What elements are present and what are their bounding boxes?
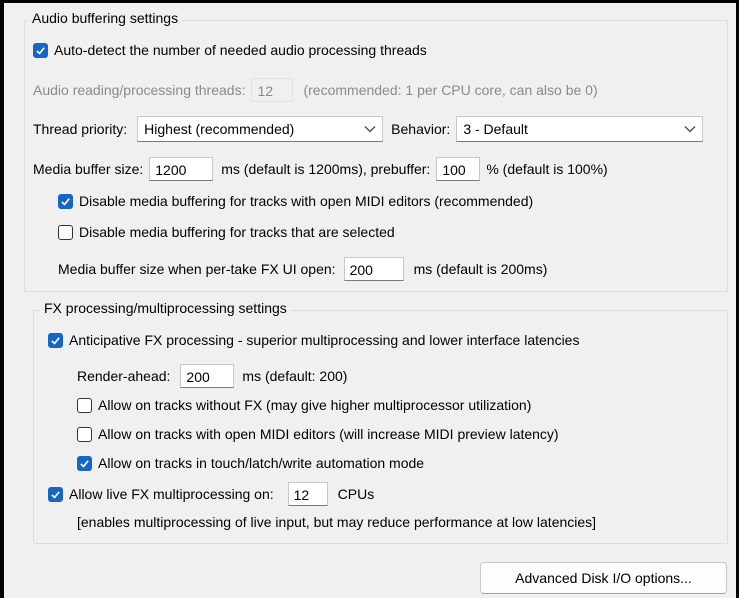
live-fx-note: [enables multiprocessing of live input, … bbox=[77, 514, 597, 530]
allow-without-fx-label: Allow on tracks without FX (may give hig… bbox=[98, 397, 532, 413]
behavior-value: 3 - Default bbox=[463, 121, 528, 137]
checkbox-box-icon bbox=[77, 397, 92, 413]
chevron-down-icon bbox=[364, 126, 376, 133]
threads-field: 12 bbox=[251, 78, 294, 102]
live-fx-unit: CPUs bbox=[337, 486, 375, 502]
live-fx-cpus-field[interactable]: 12 bbox=[287, 482, 328, 506]
render-ahead-hint: ms (default: 200) bbox=[242, 368, 348, 384]
media-buffer-field[interactable]: 1200 bbox=[149, 157, 214, 181]
advanced-disk-io-label: Advanced Disk I/O options... bbox=[515, 570, 692, 586]
check-icon bbox=[48, 332, 63, 348]
check-icon bbox=[58, 193, 73, 209]
check-icon bbox=[77, 455, 92, 471]
allow-without-fx-checkbox[interactable]: Allow on tracks without FX (may give hig… bbox=[77, 397, 531, 413]
fx-processing-title: FX processing/multiprocessing settings bbox=[40, 300, 291, 316]
thread-priority-value: Highest (recommended) bbox=[144, 121, 295, 137]
disable-selected-label: Disable media buffering for tracks that … bbox=[79, 224, 395, 240]
prebuffer-hint: % (default is 100%) bbox=[486, 161, 608, 177]
media-buffer-label: Media buffer size: bbox=[33, 161, 144, 177]
audio-buffering-group bbox=[24, 20, 728, 292]
window-border-top bbox=[0, 0, 739, 3]
threads-hint: (recommended: 1 per CPU core, can also b… bbox=[303, 82, 598, 98]
allow-automation-label: Allow on tracks in touch/latch/write aut… bbox=[98, 455, 425, 471]
per-take-hint: ms (default is 200ms) bbox=[413, 261, 548, 277]
window-border-left bbox=[0, 0, 4, 598]
allow-automation-checkbox[interactable]: Allow on tracks in touch/latch/write aut… bbox=[77, 455, 424, 471]
media-buffer-hint: ms (default is 1200ms), prebuffer: bbox=[221, 161, 431, 177]
live-fx-label: Allow live FX multiprocessing on: bbox=[69, 486, 274, 502]
per-take-label: Media buffer size when per-take FX UI op… bbox=[58, 261, 336, 277]
checkbox-box-icon bbox=[58, 224, 73, 240]
anticipative-checkbox[interactable]: Anticipative FX processing - superior mu… bbox=[48, 332, 579, 348]
thread-priority-dropdown[interactable]: Highest (recommended) bbox=[137, 116, 384, 142]
check-icon bbox=[48, 486, 63, 502]
chevron-down-icon bbox=[684, 126, 696, 133]
auto-detect-label: Auto-detect the number of needed audio p… bbox=[54, 42, 427, 58]
auto-detect-checkbox[interactable]: Auto-detect the number of needed audio p… bbox=[33, 42, 427, 58]
behavior-dropdown[interactable]: 3 - Default bbox=[456, 116, 704, 142]
allow-midi-label: Allow on tracks with open MIDI editors (… bbox=[98, 426, 559, 442]
check-icon bbox=[33, 42, 48, 58]
per-take-field[interactable]: 200 bbox=[343, 257, 404, 281]
render-ahead-label: Render-ahead: bbox=[77, 368, 171, 384]
checkbox-box-icon bbox=[77, 426, 92, 442]
disable-midi-checkbox[interactable]: Disable media buffering for tracks with … bbox=[58, 193, 533, 209]
live-fx-checkbox[interactable]: Allow live FX multiprocessing on: bbox=[48, 486, 274, 502]
thread-priority-label: Thread priority: bbox=[33, 121, 128, 137]
advanced-disk-io-button[interactable]: Advanced Disk I/O options... bbox=[480, 562, 727, 594]
audio-buffering-title: Audio buffering settings bbox=[28, 10, 183, 26]
anticipative-label: Anticipative FX processing - superior mu… bbox=[69, 332, 580, 348]
allow-midi-checkbox[interactable]: Allow on tracks with open MIDI editors (… bbox=[77, 426, 559, 442]
threads-label: Audio reading/processing threads: bbox=[33, 82, 246, 98]
render-ahead-field[interactable]: 200 bbox=[180, 364, 235, 388]
behavior-label: Behavior: bbox=[391, 121, 451, 137]
disable-midi-label: Disable media buffering for tracks with … bbox=[79, 193, 534, 209]
disable-selected-checkbox[interactable]: Disable media buffering for tracks that … bbox=[58, 224, 395, 240]
prebuffer-field[interactable]: 100 bbox=[436, 157, 481, 181]
